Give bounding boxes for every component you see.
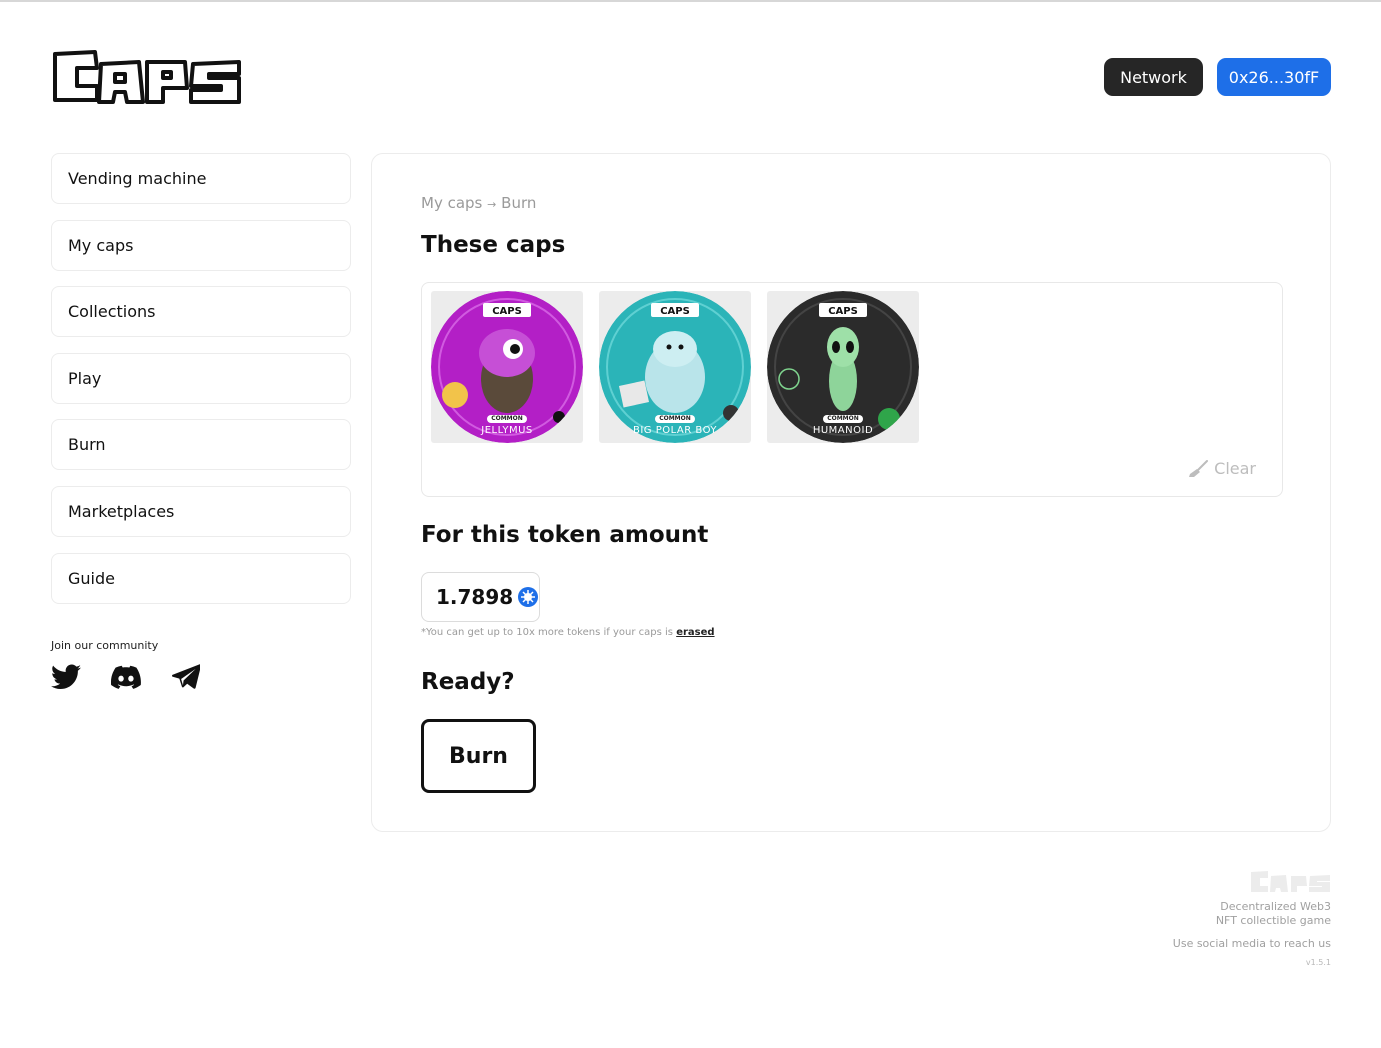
breadcrumb-arrow-icon: → [487, 198, 497, 211]
breadcrumb-current: Burn [501, 194, 537, 212]
clear-label: Clear [1214, 459, 1256, 478]
cap-name: BIG POLAR BOY [632, 425, 718, 436]
sidebar-item-marketplaces[interactable]: Marketplaces [51, 485, 351, 537]
sidebar-item-play[interactable]: Play [51, 352, 351, 404]
network-button[interactable]: Network [1104, 58, 1203, 96]
breadcrumb: My caps → Burn [421, 194, 536, 212]
twitter-icon[interactable] [51, 662, 81, 692]
footer-tagline-1: Decentralized Web3 [1220, 900, 1331, 913]
cap-name: JELLYMUS [481, 425, 533, 436]
svg-text:CAPS: CAPS [492, 306, 522, 317]
sidebar-item-my-caps[interactable]: My caps [51, 219, 351, 271]
burn-button[interactable]: Burn [421, 719, 536, 793]
footer-tagline-2: NFT collectible game [1215, 914, 1331, 927]
social-links [51, 662, 201, 692]
cap-rarity-badge: COMMON [823, 415, 863, 423]
svg-text:CAPS: CAPS [828, 306, 858, 317]
cap-card[interactable]: CAPS COMMON JELLYMUS [431, 291, 583, 443]
sidebar-item-collections[interactable]: Collections [51, 286, 351, 338]
cap-rarity-badge: COMMON [655, 415, 695, 423]
erased-link[interactable]: erased [676, 627, 714, 638]
cap-card[interactable]: CAPS COMMON BIG POLAR BOY [599, 291, 751, 443]
cap-card[interactable]: CAPS COMMON HUMANOID [767, 291, 919, 443]
svg-text:CAPS: CAPS [660, 306, 690, 317]
token-title: For this token amount [421, 522, 709, 548]
token-coin-icon [518, 587, 539, 607]
erase-note: *You can get up to 10x more tokens if yo… [421, 627, 715, 638]
footer-contact: Use social media to reach us [1172, 937, 1331, 950]
footer: Decentralized Web3 NFT collectible game … [1173, 870, 1331, 967]
token-amount: 1.7898 [436, 585, 514, 609]
sidebar-nav: Vending machine My caps Collections Play… [51, 153, 351, 619]
footer-caps-logo [1251, 871, 1330, 892]
community-label: Join our community [51, 639, 159, 652]
caps-logo[interactable] [51, 48, 243, 106]
token-amount-box: 1.7898 [421, 572, 540, 622]
caps-title: These caps [421, 232, 566, 258]
telegram-icon[interactable] [171, 662, 201, 692]
cap-rarity-badge: COMMON [487, 415, 527, 423]
sidebar-item-burn[interactable]: Burn [51, 419, 351, 471]
discord-icon[interactable] [111, 662, 141, 692]
broom-icon [1189, 459, 1209, 477]
cap-name: HUMANOID [812, 425, 874, 436]
sidebar-item-vending-machine[interactable]: Vending machine [51, 153, 351, 204]
top-divider [0, 0, 1381, 2]
burn-panel: My caps → Burn These caps CAPS COMMON JE… [371, 153, 1331, 832]
breadcrumb-my-caps[interactable]: My caps [421, 194, 482, 212]
sidebar-item-guide[interactable]: Guide [51, 552, 351, 604]
footer-version: v1.5.1 [1305, 958, 1331, 967]
clear-button[interactable]: Clear [1188, 459, 1256, 478]
wallet-address-button[interactable]: 0x26...30fF [1217, 58, 1331, 96]
ready-title: Ready? [421, 669, 515, 695]
note-text: *You can get up to 10x more tokens if yo… [421, 627, 673, 638]
selected-caps-box: CAPS COMMON JELLYMUS CAPS COMMON BIG POL… [421, 282, 1283, 497]
